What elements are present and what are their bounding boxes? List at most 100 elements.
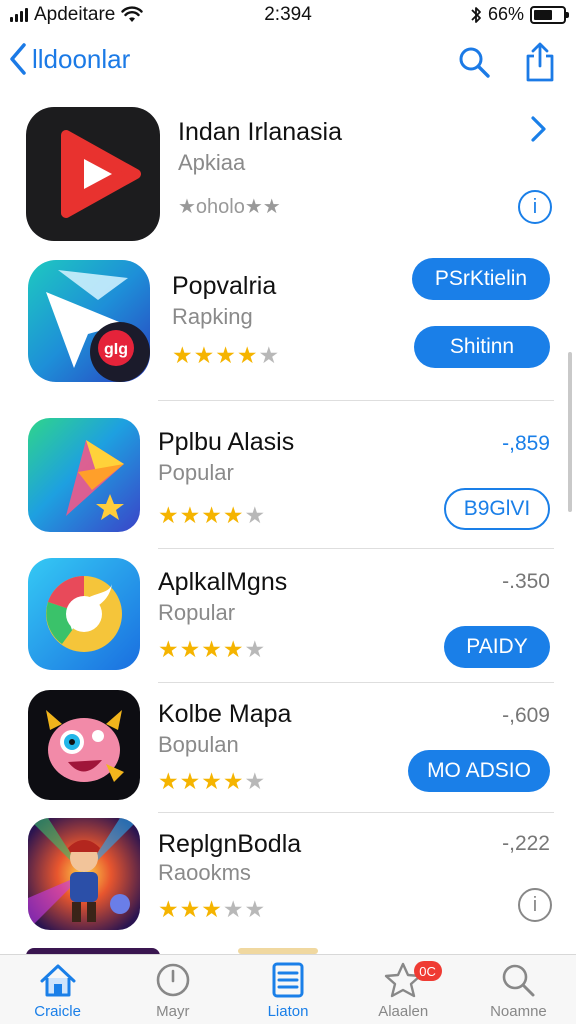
rating-text: ★oholo★★ [178, 196, 281, 218]
tab-home[interactable]: Craicle [0, 955, 115, 1024]
list-item[interactable]: ReplgnBodla Raookms ★ ★ ★ ★ ★ -,222 i [0, 816, 576, 946]
home-icon [40, 964, 76, 997]
game-hero-icon [28, 818, 140, 930]
svg-text:gIg: gIg [104, 341, 128, 358]
divider [158, 812, 554, 813]
star-filled-icon: ★ [158, 636, 179, 662]
app-name: Indan Irlanasia [178, 118, 343, 146]
scroll-indicator[interactable] [568, 352, 572, 512]
pig-character-icon [28, 690, 140, 800]
list-item[interactable]: gIg Popvalria Rapking ★ ★ ★ ★ ★ PSrKtielin S… [0, 252, 576, 402]
tab-list[interactable]: Liaton [230, 955, 345, 1024]
star-filled-icon: ★ [215, 342, 236, 368]
battery-fill [534, 9, 553, 20]
chevron-right-icon[interactable] [526, 114, 550, 144]
star-rating: ★ ★ ★ ★ ★ [172, 344, 279, 367]
star-filled-icon: ★ [201, 636, 222, 662]
app-category: Apkiaa [178, 150, 246, 175]
search-button[interactable] [456, 42, 492, 82]
tab-label: Liaton [267, 1003, 309, 1020]
tab-bar: Craicle Mayr Liaton 0C Alaalen Noamne [0, 954, 576, 1024]
app-icon-video [26, 107, 160, 241]
app-icon-chrome [28, 558, 140, 670]
list-item[interactable]: AplkalMgns Ropular ★ ★ ★ ★ ★ -.350 PAIDY [0, 552, 576, 684]
star-empty-icon: ★ [244, 896, 266, 922]
info-button[interactable]: i [518, 190, 552, 224]
search-icon [503, 964, 535, 997]
divider [158, 400, 554, 401]
status-bar: Apdeitare 2:394 66% [0, 0, 576, 30]
swirl-logo-icon [28, 558, 140, 670]
notification-badge: 0C [413, 961, 442, 981]
star-rating: ★ ★ ★ ★ ★ [158, 638, 265, 661]
divider [158, 682, 554, 683]
secondary-action-button[interactable]: Shitinn [414, 326, 550, 368]
app-category: Bopulan [158, 732, 239, 757]
star-filled-icon: ★ [222, 502, 244, 528]
star-filled-icon: ★ [201, 768, 222, 794]
price-label: -,222 [502, 832, 550, 855]
back-button[interactable]: lldoonlar [8, 42, 130, 76]
star-filled-icon: ★ [201, 502, 222, 528]
status-right: 66% [470, 4, 569, 25]
list-item[interactable]: Pplbu Alasis Popular ★ ★ ★ ★ ★ -,859 B9GlVI [0, 412, 576, 548]
list-item[interactable]: Kolbe Mapa Bopulan ★ ★ ★ ★ ★ -,609 MO ADSIO [0, 686, 576, 812]
star-filled-icon: ★ [179, 768, 201, 794]
star-empty-icon: ★ [222, 896, 244, 922]
battery-icon [530, 5, 569, 24]
app-name: Popvalria [172, 272, 277, 300]
buy-button[interactable]: PAIDY [444, 626, 550, 668]
tab-clock[interactable]: Mayr [115, 955, 230, 1024]
list-icon [272, 962, 304, 998]
star-rating: ★ ★ ★ ★ ★ [158, 770, 265, 793]
app-icon-character [28, 690, 140, 800]
star-filled-icon: ★ [193, 342, 215, 368]
cursor-icon: gIg [28, 260, 150, 382]
price-label: -,859 [502, 432, 550, 455]
price-label: -.350 [502, 570, 550, 593]
star-filled-icon: ★ [179, 896, 201, 922]
list-item[interactable]: Indan Irlanasia Apkiaa ★oholo★★ i [0, 100, 576, 250]
info-button[interactable]: i [518, 888, 552, 922]
star-filled-icon: ★ [222, 636, 244, 662]
outline-action-button[interactable]: B9GlVI [444, 488, 550, 530]
app-icon-game [28, 818, 140, 930]
bluetooth-icon [471, 6, 481, 23]
app-category: Ropular [158, 600, 236, 625]
app-icon-play-store [28, 418, 140, 532]
app-category: Rapking [172, 304, 253, 329]
tab-label: Craicle [34, 1003, 81, 1020]
share-icon [526, 42, 554, 82]
triangle-logo-icon [28, 418, 140, 532]
search-icon [459, 47, 490, 78]
star-filled-icon: ★ [236, 342, 258, 368]
tab-label: Mayr [156, 1003, 190, 1020]
star-filled-icon: ★ [172, 342, 193, 368]
clock-icon [156, 963, 190, 997]
star-filled-icon: ★ [158, 896, 179, 922]
install-button[interactable]: MO ADSIO [408, 750, 550, 792]
divider [158, 548, 554, 549]
star-rating: ★ ★ ★ ★ ★ [158, 504, 265, 527]
app-icon-pointer: gIg [28, 260, 150, 382]
back-label: lldoonlar [32, 43, 131, 74]
star-filled-icon: ★ [179, 502, 201, 528]
tab-label: Alaalen [378, 1003, 429, 1020]
star-filled-icon: ★ [201, 896, 222, 922]
star-rating: ★ ★ ★ ★ ★ [158, 898, 265, 921]
navigation-bar: lldoonlar [0, 34, 576, 94]
share-button[interactable] [522, 42, 558, 82]
primary-action-button[interactable]: PSrKtielin [412, 258, 550, 300]
play-icon [26, 107, 160, 241]
app-name: ReplgnBodla [158, 830, 302, 858]
tab-search[interactable]: Noamne [461, 955, 576, 1024]
star-filled-icon: ★ [222, 768, 244, 794]
tab-favorites[interactable]: 0C Alaalen [346, 955, 461, 1024]
app-name: Kolbe Mapa [158, 700, 292, 728]
price-label: -,609 [502, 704, 550, 727]
app-category: Raookms [158, 860, 251, 885]
app-name: AplkalMgns [158, 568, 288, 596]
star-empty-icon: ★ [258, 342, 280, 368]
star-filled-icon: ★ [179, 636, 201, 662]
star-empty-icon: ★ [244, 636, 266, 662]
